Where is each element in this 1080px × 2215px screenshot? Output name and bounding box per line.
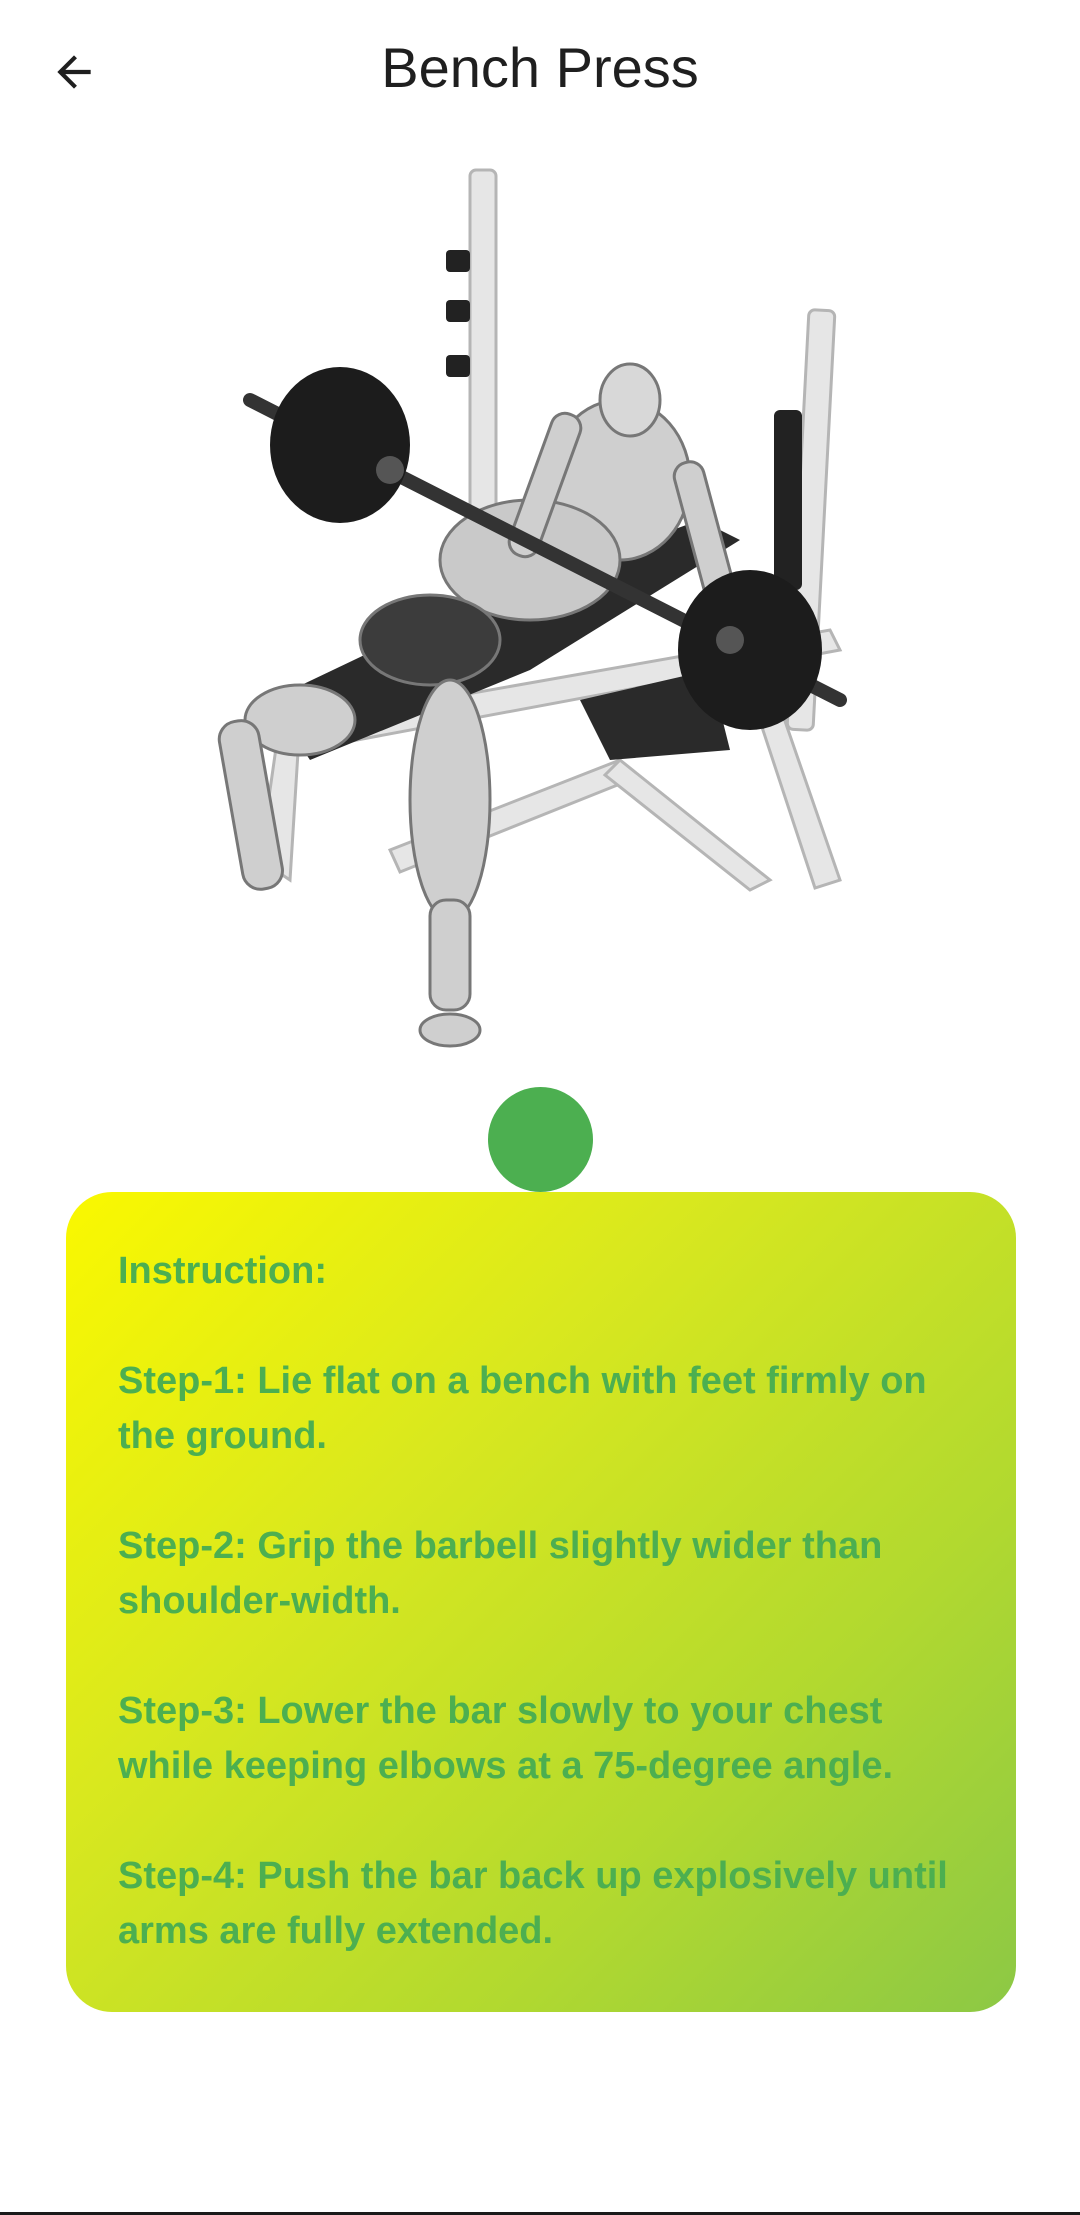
instruction-step: Step-2: Grip the barbell slightly wider … [118, 1525, 883, 1622]
instruction-step: Step-4: Push the bar back up explosively… [118, 1855, 948, 1952]
instruction-step: Step-3: Lower the bar slowly to your che… [118, 1690, 894, 1787]
instruction-step: Step-1: Lie flat on a bench with feet fi… [118, 1360, 927, 1457]
bench-press-illustration [217, 168, 847, 1048]
instruction-heading: Instruction: [118, 1250, 327, 1292]
app-bar: Bench Press [0, 0, 1080, 140]
page-indicator-dot [488, 1087, 593, 1192]
page-title: Bench Press [381, 36, 699, 99]
exercise-detail-screen: Bench Press Instruction: Step-1: Lie fla… [0, 0, 1080, 2215]
instruction-card: Instruction: Step-1: Lie flat on a bench… [66, 1192, 1016, 2012]
